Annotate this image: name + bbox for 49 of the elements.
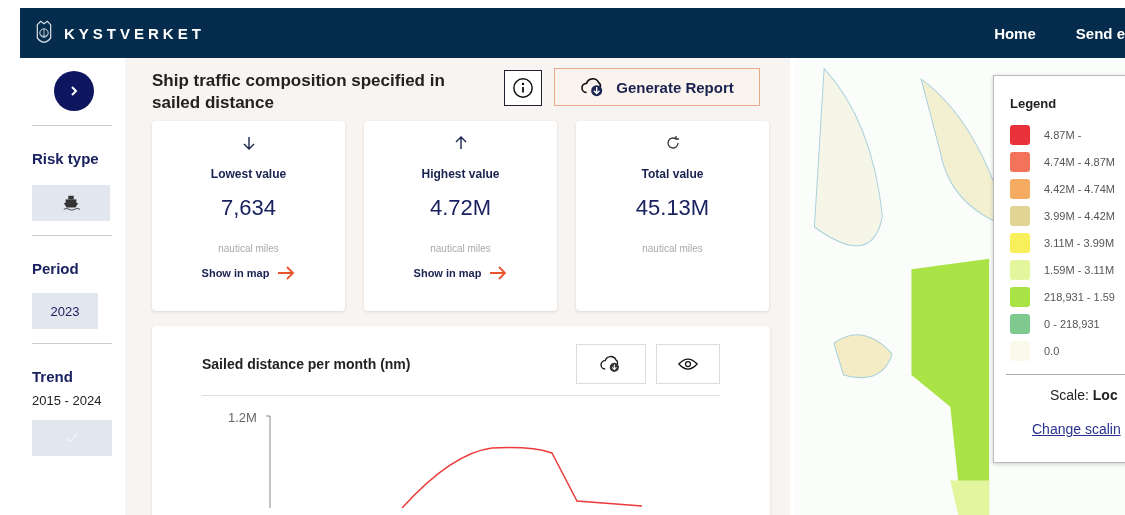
stat-value: 45.13M xyxy=(635,195,710,221)
land-shape xyxy=(833,334,893,379)
legend-label: 3.99M - 4.42M xyxy=(1044,209,1115,222)
stat-unit: nautical miles xyxy=(430,243,491,254)
chart-title: Sailed distance per month (nm) xyxy=(202,356,412,372)
stat-label: Highest value xyxy=(421,167,500,181)
legend-label: 4.74M - 4.87M xyxy=(1044,155,1115,168)
legend-label: 218,931 - 1.59 xyxy=(1044,290,1115,303)
nav-link[interactable]: Home xyxy=(994,24,1036,42)
expand-button[interactable] xyxy=(54,71,94,111)
eye-button[interactable] xyxy=(656,344,720,384)
section-label: Risk type xyxy=(32,150,99,167)
legend-label: 1.59M - 3.11M xyxy=(1044,263,1115,276)
trend-range: 2015 - 2024 xyxy=(32,393,102,408)
stat-value: 4.72M xyxy=(429,195,492,221)
legend-label: 3.11M - 3.99M xyxy=(1044,236,1115,249)
stat-unit: nautical miles xyxy=(642,243,703,254)
nav-link[interactable]: Send e xyxy=(1075,24,1125,42)
show-in-map-link[interactable]: Show in map xyxy=(413,266,508,280)
section-label: Period xyxy=(32,260,79,277)
generate-report-button[interactable]: Generate Report xyxy=(554,68,760,106)
scale-label: Scale: Loc xyxy=(1049,387,1119,403)
legend-label: 4.87M - xyxy=(1044,128,1082,141)
legend-title: Legend xyxy=(1010,96,1058,111)
brand-name: KYSTVERKET xyxy=(64,24,205,42)
legend-label: 0.0 xyxy=(1044,344,1060,357)
refresh-icon xyxy=(664,135,681,151)
page-title: Ship traffic composition specified in sailed distance xyxy=(152,70,446,114)
info-button[interactable] xyxy=(504,70,542,106)
legend-label: 4.42M - 4.74M xyxy=(1044,182,1115,195)
period-button[interactable]: 2023 xyxy=(32,293,98,329)
section-label: Trend xyxy=(32,368,73,385)
chevron-right-icon xyxy=(68,85,80,97)
ship-type-button[interactable] xyxy=(32,185,110,221)
trend-checkbox[interactable] xyxy=(32,420,112,456)
download-button[interactable] xyxy=(576,344,646,384)
info-icon xyxy=(512,77,534,99)
stat-label: Total value xyxy=(641,167,704,181)
change-scaling-link[interactable]: Change scalin xyxy=(1010,421,1125,437)
stat-unit: nautical miles xyxy=(218,243,279,254)
arrow-right-icon xyxy=(489,266,508,280)
y-axis-tick-label: 1.2M xyxy=(228,410,257,425)
stat-label: Lowest value xyxy=(210,167,287,181)
show-in-map-link[interactable]: Show in map xyxy=(201,266,296,280)
eye-icon xyxy=(678,357,698,371)
legend-label: 0 - 218,931 xyxy=(1044,317,1100,330)
stat-value: 7,634 xyxy=(220,195,277,221)
ship-icon xyxy=(62,194,80,212)
arrow-right-icon xyxy=(277,266,296,280)
